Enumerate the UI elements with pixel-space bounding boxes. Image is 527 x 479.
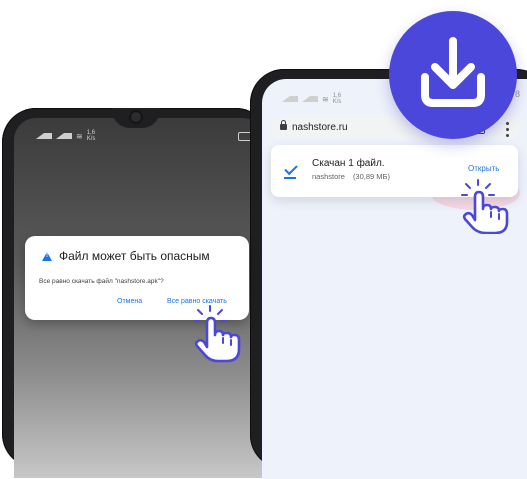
signal-icon <box>56 133 72 139</box>
open-button[interactable]: Открыть <box>468 164 499 173</box>
download-badge <box>389 11 517 139</box>
signal-icon <box>36 133 52 139</box>
tap-hand-icon <box>193 305 241 363</box>
battery-level: 8 <box>515 89 521 99</box>
download-subtitle: nashstore (30,89 МБ) <box>312 172 390 181</box>
download-done-underline <box>284 177 296 179</box>
cancel-button[interactable]: Отмена <box>117 298 142 305</box>
camera-icon <box>131 112 141 122</box>
status-bar: ≋ 1,6 K/s <box>36 130 95 142</box>
signal-icon <box>282 96 298 102</box>
download-title: Скачан 1 файл. <box>312 158 385 169</box>
status-bar: ≋ 1,6 K/s <box>282 93 341 105</box>
network-speed: 1,6 K/s <box>86 130 96 142</box>
tap-hand-icon <box>461 179 509 234</box>
dialog-message: Все равно скачать файл "nashstore.apk"? <box>39 278 164 285</box>
download-size: (30,89 МБ) <box>352 172 390 181</box>
download-done-icon <box>284 161 298 176</box>
network-speed: 1,6 K/s <box>332 93 342 105</box>
dialog-title: Файл может быть опасным <box>42 249 210 263</box>
warning-icon <box>42 251 52 261</box>
wifi-icon: ≋ <box>322 94 329 104</box>
wifi-icon: ≋ <box>76 131 83 141</box>
download-source: nashstore <box>312 172 345 181</box>
url-text: nashstore.ru <box>292 122 348 133</box>
download-icon <box>421 37 485 107</box>
lock-icon <box>280 120 287 130</box>
dialog-title-text: Файл может быть опасным <box>59 249 210 263</box>
signal-icon <box>302 96 318 102</box>
